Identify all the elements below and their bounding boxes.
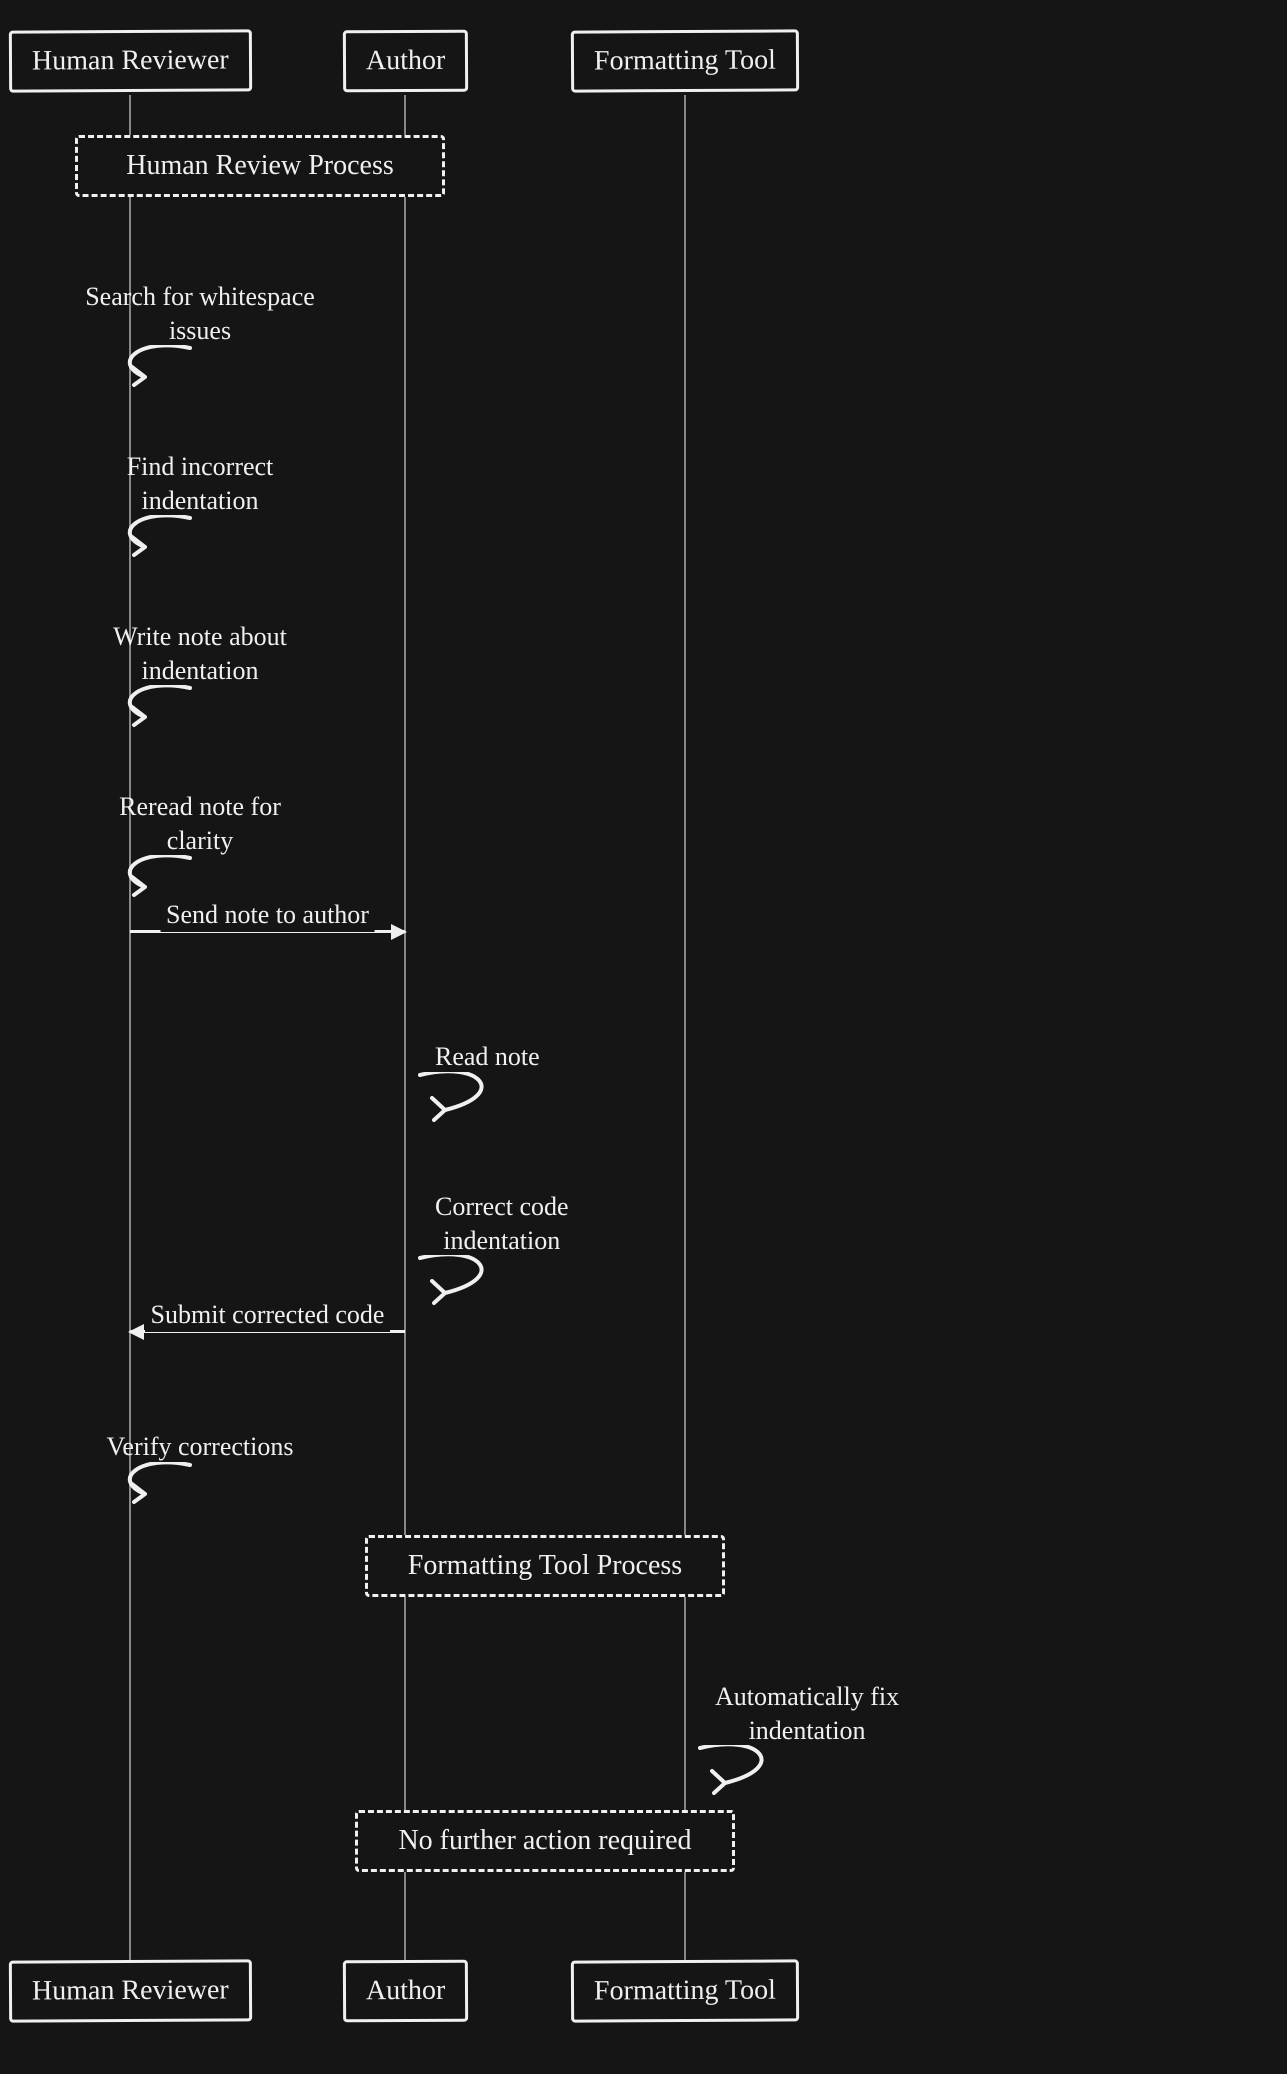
note-note1: Human Review Process: [75, 135, 445, 197]
lifeline-tool: [684, 95, 686, 1974]
message-m5-label: Send note to author: [160, 898, 375, 932]
actor-author: Author: [342, 30, 468, 93]
actor-reviewer: Human Reviewer: [8, 29, 251, 92]
actor-reviewer: Human Reviewer: [8, 1959, 251, 2022]
message-label: Correct codeindentation: [435, 1190, 569, 1258]
actor-author: Author: [342, 1960, 468, 2023]
note-note3: No further action required: [355, 1810, 735, 1872]
note-note2: Formatting Tool Process: [365, 1535, 725, 1597]
actor-tool: Formatting Tool: [571, 1959, 799, 2022]
lifeline-author: [404, 95, 406, 1974]
message-label: Verify corrections: [107, 1430, 294, 1464]
actor-tool: Formatting Tool: [571, 29, 799, 92]
arrow-head-icon: [128, 1324, 144, 1340]
message-label: Find incorrectindentation: [127, 450, 274, 518]
arrow-head-icon: [391, 924, 407, 940]
message-label: Reread note forclarity: [119, 790, 281, 858]
message-label: Read note: [435, 1040, 540, 1074]
message-label: Automatically fixindentation: [715, 1680, 899, 1748]
sequence-diagram: Human Reviewer Author Formatting Tool Human…: [0, 0, 1287, 2074]
message-m8-label: Submit corrected code: [145, 1298, 391, 1332]
message-label: Search for whitespaceissues: [85, 280, 315, 348]
message-label: Write note aboutindentation: [113, 620, 287, 688]
